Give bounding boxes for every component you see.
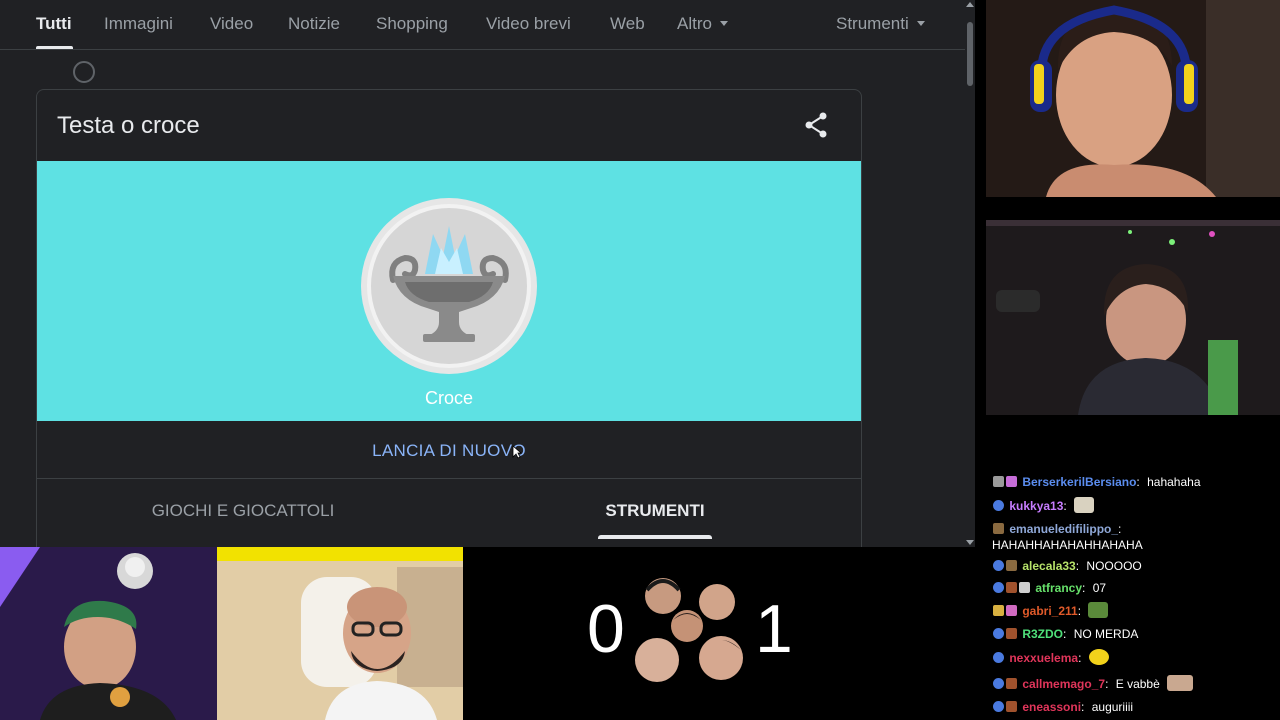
coin-tails-icon[interactable] — [359, 196, 539, 376]
tools-button[interactable]: Strumenti — [836, 14, 925, 34]
chevron-down-icon — [719, 21, 728, 26]
tab-all[interactable]: Tutti — [36, 14, 72, 34]
category-tabs: GIOCHI E GIOCATTOLI STRUMENTI — [37, 479, 861, 541]
mouse-cursor-icon — [512, 445, 522, 459]
badge-icon — [993, 523, 1004, 534]
chat-text: 07 — [1092, 581, 1107, 595]
flip-again-button[interactable]: LANCIA DI NUOVO — [37, 441, 861, 461]
badge-icon — [1006, 701, 1017, 712]
chat-username[interactable]: kukkya13 — [1009, 499, 1063, 513]
badge-icon — [1006, 678, 1017, 689]
heart-badge-icon — [1006, 476, 1017, 487]
scoreboard: 0 1 — [575, 568, 805, 698]
coin-result-label: Croce — [424, 388, 473, 408]
chat-username[interactable]: alecala33 — [1022, 559, 1075, 573]
sub-badge-icon — [993, 500, 1004, 511]
tab-web[interactable]: Web — [610, 14, 645, 34]
webcam-person-image — [986, 0, 1280, 197]
badge-icon — [1006, 582, 1017, 593]
badge-icon — [1006, 628, 1017, 639]
chat-username[interactable]: BerserkerilBersiano — [1022, 475, 1136, 489]
chevron-down-icon — [916, 21, 925, 26]
sub-badge-icon — [993, 560, 1004, 571]
tab-news[interactable]: Notizie — [288, 14, 340, 34]
active-category-indicator — [598, 535, 712, 539]
tab-video[interactable]: Video — [210, 14, 253, 34]
chat-text: HAHAHHAHAHAHHAHAHA — [992, 538, 1143, 552]
badge-icon — [1006, 560, 1017, 571]
webcam-person-image — [217, 547, 463, 720]
webcam-person-image — [0, 547, 217, 720]
tab-images[interactable]: Immagini — [104, 14, 173, 34]
emote-icon — [1167, 675, 1194, 691]
tools-label: Strumenti — [836, 14, 909, 33]
sub-badge-icon — [993, 628, 1004, 639]
chat-message: BerserkerilBersiano: hahahaha — [993, 474, 1278, 490]
webcam-streamer-3 — [0, 547, 217, 720]
webcam-streamer-2 — [986, 220, 1280, 415]
loading-spinner-icon — [73, 61, 95, 83]
chat-username[interactable]: gabri_211 — [1022, 604, 1077, 618]
chat-message: callmemago_7: E vabbè — [993, 675, 1278, 692]
score-left: 0 — [587, 591, 625, 667]
category-tab-games[interactable]: GIOCHI E GIOCATTOLI — [37, 501, 449, 521]
emote-icon — [1074, 497, 1095, 513]
chat-text: hahahaha — [1147, 475, 1201, 489]
chat-text: auguriiii — [1091, 700, 1134, 714]
chat-message: R3ZDO: NO MERDA — [993, 626, 1278, 642]
emote-icon — [1088, 602, 1109, 618]
chat-message: gabri_211: — [993, 602, 1278, 619]
coin-flip-card: Testa o croce Croce LANCIA DI NUOVO GIOC… — [36, 89, 862, 547]
flip-again-row: LANCIA DI NUOVO — [37, 421, 861, 479]
webcam-streamer-1 — [986, 0, 1280, 197]
chat-text: E vabbè — [1115, 677, 1160, 691]
sub-badge-icon — [993, 678, 1004, 689]
sub-badge-icon — [993, 652, 1004, 663]
score-right: 1 — [755, 591, 793, 667]
chat-username[interactable]: emanueledifilippo_ — [1009, 522, 1118, 536]
tab-more[interactable]: Altro — [677, 14, 728, 34]
chat-username[interactable]: nexxuelema — [1009, 651, 1078, 665]
chat-username[interactable]: R3ZDO — [1022, 627, 1063, 641]
chat-message-continued: HAHAHHAHAHAHHAHAHA — [992, 537, 1277, 553]
card-title: Testa o croce — [57, 112, 200, 139]
chat-username[interactable]: eneassoni — [1022, 700, 1081, 714]
stream-layout: Tutti Immagini Video Notizie Shopping Vi… — [0, 0, 1280, 720]
tab-short-videos[interactable]: Video brevi — [486, 14, 571, 34]
browser-search-panel: Tutti Immagini Video Notizie Shopping Vi… — [0, 0, 975, 547]
sub-badge-icon — [993, 582, 1004, 593]
webcam-streamer-4 — [217, 547, 463, 720]
team-faces-icon — [635, 578, 743, 682]
chat-message: emanueledifilippo_: — [993, 521, 1278, 537]
chat-text: NO MERDA — [1073, 627, 1139, 641]
chat-text: NOOOOO — [1086, 559, 1142, 573]
coin-display[interactable]: Croce — [37, 161, 861, 421]
live-chat: BerserkerilBersiano: hahahaha kukkya13: … — [985, 470, 1280, 720]
badge-icon — [993, 476, 1004, 487]
chat-message: alecala33: NOOOOO — [993, 558, 1278, 574]
emote-icon — [1088, 649, 1109, 665]
webcam-person-image — [986, 220, 1280, 415]
badge-icon — [993, 605, 1004, 616]
category-tab-tools[interactable]: STRUMENTI — [449, 501, 861, 521]
scroll-down-arrow-icon[interactable] — [966, 540, 974, 545]
sub-badge-icon — [993, 701, 1004, 712]
scroll-up-arrow-icon[interactable] — [966, 2, 974, 7]
scrollbar-thumb[interactable] — [967, 22, 973, 86]
search-tabs-bar: Tutti Immagini Video Notizie Shopping Vi… — [0, 0, 965, 50]
speaker-badge-icon — [1019, 582, 1030, 593]
chat-username[interactable]: atfrancy — [1035, 581, 1082, 595]
tab-more-label: Altro — [677, 14, 712, 33]
chat-message: kukkya13: — [993, 497, 1278, 514]
gift-badge-icon — [1006, 605, 1017, 616]
share-icon[interactable] — [801, 110, 831, 140]
active-tab-indicator — [36, 46, 73, 49]
chat-username[interactable]: callmemago_7 — [1022, 677, 1105, 691]
tab-shopping[interactable]: Shopping — [376, 14, 448, 34]
chat-message: nexxuelema: — [993, 649, 1278, 666]
chat-message: atfrancy: 07 — [993, 580, 1278, 596]
chat-message: eneassoni: auguriiii — [993, 699, 1278, 715]
